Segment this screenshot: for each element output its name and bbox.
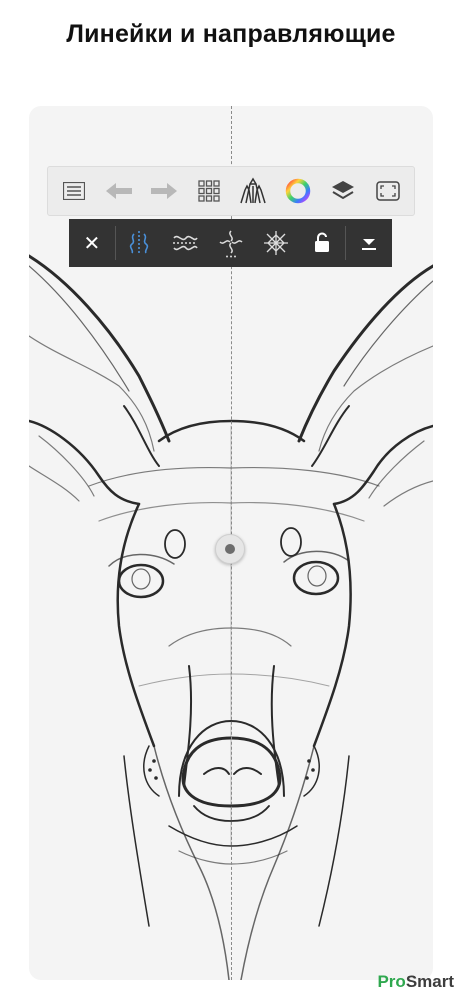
color-wheel-icon[interactable] [280, 173, 316, 209]
page-title: Линейки и направляющие [66, 20, 396, 48]
main-toolbar [47, 166, 415, 216]
symmetry-wave-icon[interactable] [162, 219, 208, 267]
guides-toolbar: ✕ [69, 219, 392, 267]
symmetry-mirror-icon[interactable] [116, 219, 162, 267]
undo-icon[interactable] [101, 173, 137, 209]
symmetry-radial-icon[interactable] [208, 219, 254, 267]
list-icon[interactable] [56, 173, 92, 209]
lock-icon[interactable] [299, 219, 345, 267]
collapse-icon[interactable] [346, 219, 392, 267]
brushes-icon[interactable] [235, 173, 271, 209]
close-icon[interactable]: ✕ [69, 219, 115, 267]
fullscreen-icon[interactable] [370, 173, 406, 209]
grid-icon[interactable] [191, 173, 227, 209]
guide-handle[interactable] [215, 534, 245, 564]
redo-icon[interactable] [146, 173, 182, 209]
symmetry-kaleidoscope-icon[interactable] [253, 219, 299, 267]
layers-icon[interactable] [325, 173, 361, 209]
watermark-logo: ProSmart [377, 972, 454, 991]
